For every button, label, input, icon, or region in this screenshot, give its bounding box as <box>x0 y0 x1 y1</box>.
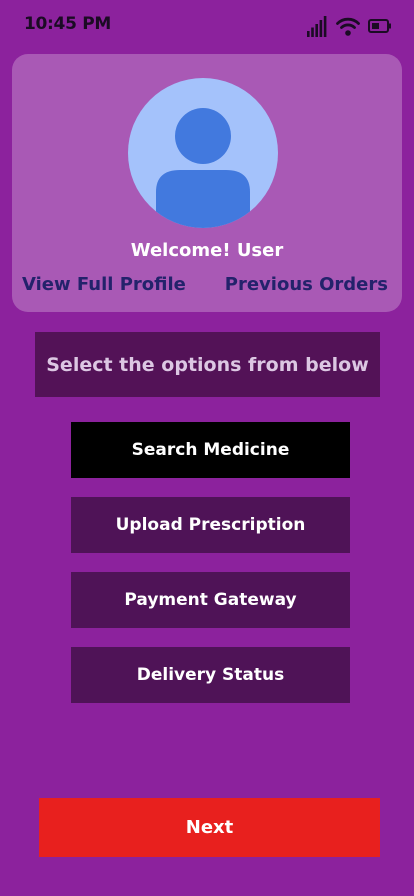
user-icon <box>156 108 250 228</box>
status-time: 10:45 PM <box>24 14 112 34</box>
profile-card: Welcome! User View Full Profile Previous… <box>12 54 402 312</box>
upload-prescription-button[interactable]: Upload Prescription <box>71 497 350 553</box>
view-full-profile-link[interactable]: View Full Profile <box>22 274 186 295</box>
search-medicine-button[interactable]: Search Medicine <box>71 422 350 478</box>
next-button[interactable]: Next <box>39 798 380 857</box>
avatar <box>128 78 278 228</box>
wifi-icon <box>336 15 360 37</box>
status-bar: 10:45 PM <box>0 0 414 50</box>
welcome-text: Welcome! User <box>130 240 284 261</box>
options-heading: Select the options from below <box>35 332 380 397</box>
status-icons <box>306 14 392 38</box>
previous-orders-link[interactable]: Previous Orders <box>225 274 388 295</box>
payment-gateway-button[interactable]: Payment Gateway <box>71 572 350 628</box>
delivery-status-button[interactable]: Delivery Status <box>71 647 350 703</box>
signal-icon <box>306 15 328 37</box>
battery-icon <box>368 18 392 34</box>
